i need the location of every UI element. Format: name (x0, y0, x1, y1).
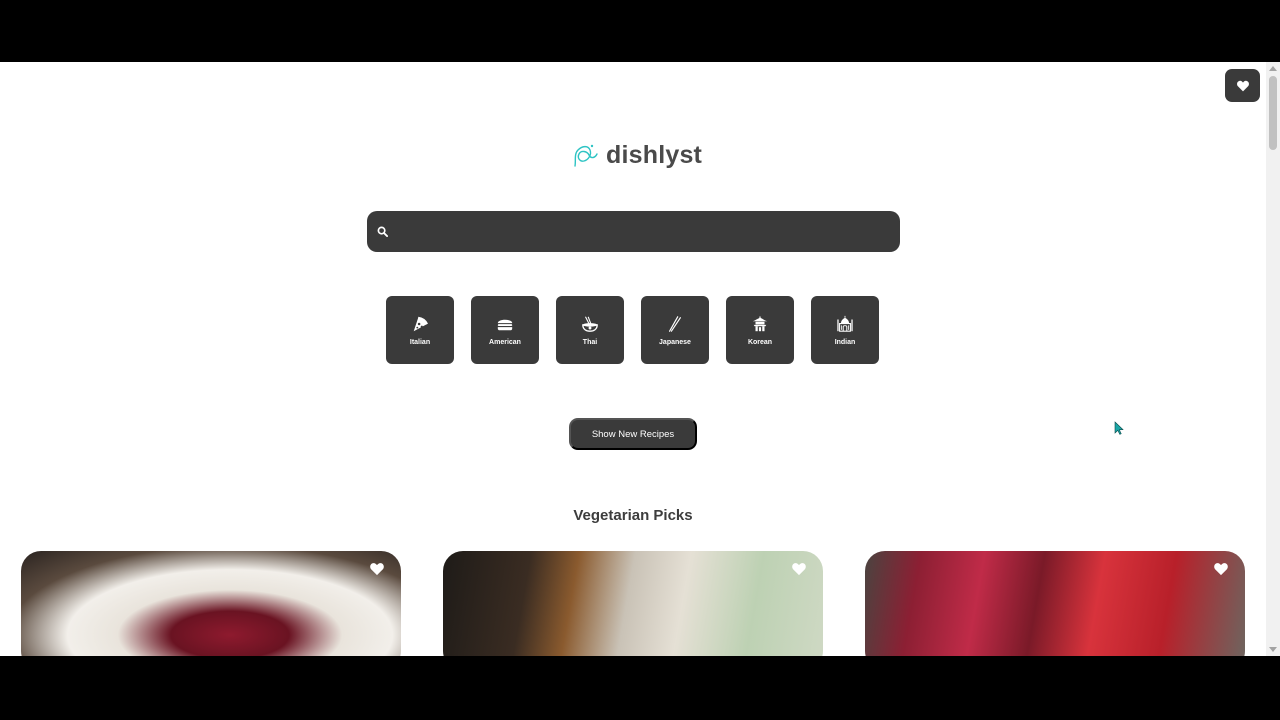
scroll-down-arrow-icon[interactable] (1269, 647, 1277, 652)
cuisine-japanese[interactable]: Japanese (641, 296, 709, 364)
letterbox-bottom (0, 656, 1280, 720)
heart-icon[interactable] (369, 561, 385, 576)
cuisine-filters: Italian American Thai Japanese Korean In… (386, 296, 879, 364)
cuisine-label: Indian (834, 338, 856, 346)
scroll-up-arrow-icon[interactable] (1269, 66, 1277, 71)
chopsticks-icon (669, 315, 681, 332)
show-new-recipes-button[interactable]: Show New Recipes (569, 418, 697, 450)
cuisine-label: Italian (409, 338, 431, 346)
cuisine-label: Japanese (659, 338, 691, 346)
heart-icon (1236, 80, 1249, 92)
brand-name: dishlyst (606, 140, 703, 169)
cuisine-thai[interactable]: Thai (556, 296, 624, 364)
noodle-bowl-icon (582, 316, 598, 332)
cuisine-indian[interactable]: Indian (811, 296, 879, 364)
heart-icon[interactable] (791, 561, 807, 576)
search-icon (377, 226, 388, 237)
cuisine-label: Korean (747, 338, 773, 346)
brand-logo[interactable]: dishlyst (570, 138, 702, 172)
scroll-thumb[interactable] (1269, 76, 1277, 150)
cuisine-korean[interactable]: Korean (726, 296, 794, 364)
mouse-cursor-icon (1114, 421, 1124, 435)
recipe-card-1[interactable] (21, 551, 401, 656)
favorites-button[interactable] (1225, 69, 1260, 102)
recipe-card-3[interactable] (865, 551, 1245, 656)
cuisine-american[interactable]: American (471, 296, 539, 364)
taj-mahal-icon (837, 315, 853, 332)
letterbox-top (0, 0, 1280, 62)
heart-icon[interactable] (1213, 561, 1229, 576)
search-input[interactable] (396, 211, 900, 252)
recipe-card-2[interactable] (443, 551, 823, 656)
burger-icon (497, 319, 513, 330)
pagoda-icon (752, 315, 768, 331)
cuisine-label: American (489, 338, 521, 346)
cuisine-label: Thai (582, 338, 598, 346)
cuisine-italian[interactable]: Italian (386, 296, 454, 364)
logo-mark-icon (574, 144, 598, 167)
pizza-icon (413, 316, 429, 331)
browser-viewport: dishlyst Italian American Thai Japanese … (0, 62, 1280, 656)
search-bar[interactable] (367, 211, 900, 252)
section-title: Vegetarian Picks (573, 507, 693, 524)
vertical-scrollbar[interactable] (1266, 62, 1280, 656)
